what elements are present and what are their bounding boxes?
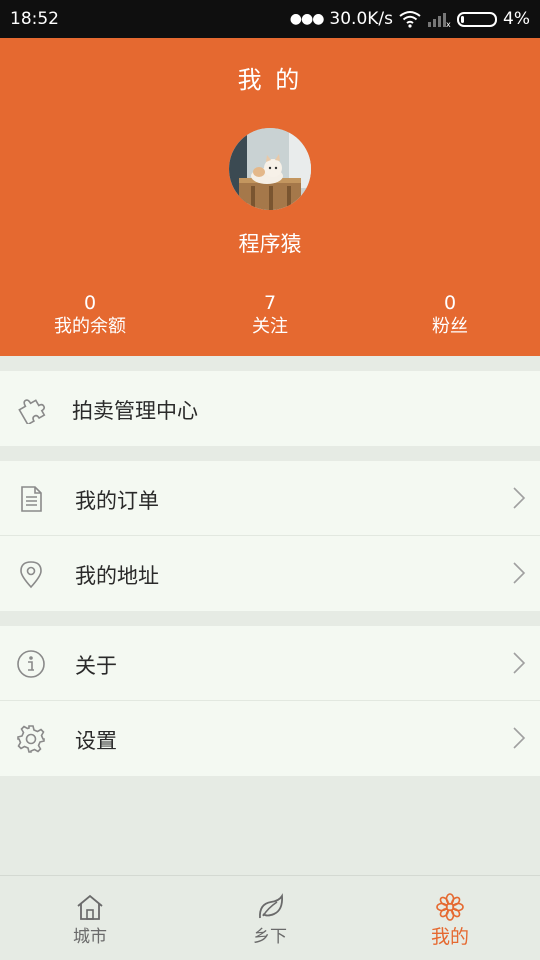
wifi-icon xyxy=(399,11,421,28)
tab-city[interactable]: 城市 xyxy=(0,876,180,960)
menu-item-my-orders[interactable]: 我的订单 xyxy=(0,461,540,536)
menu-item-about[interactable]: 关于 xyxy=(0,626,540,701)
stat-balance[interactable]: 0 我的余额 xyxy=(20,292,160,340)
leaf-icon xyxy=(259,893,283,919)
stat-value: 0 xyxy=(83,292,97,314)
page-title: 我 的 xyxy=(237,66,303,94)
document-icon xyxy=(21,486,42,512)
stat-label: 我的余额 xyxy=(54,316,126,337)
menu-label: 我的地址 xyxy=(75,564,159,588)
chevron-right-icon xyxy=(513,727,526,749)
menu-label: 拍卖管理中心 xyxy=(72,399,198,423)
location-pin-icon xyxy=(20,561,42,589)
tab-label: 城市 xyxy=(73,927,107,947)
chevron-right-icon xyxy=(513,487,526,509)
bottom-tab-bar: 城市 乡下 我的 xyxy=(0,875,540,960)
chevron-right-icon xyxy=(513,562,526,584)
puzzle-icon xyxy=(18,399,46,424)
network-speed: 30.0K/s xyxy=(329,9,394,29)
avatar-image xyxy=(229,128,311,210)
signal-icon: x xyxy=(428,13,451,27)
stat-value: 0 xyxy=(443,292,457,314)
status-time: 18:52 xyxy=(10,9,59,29)
gear-icon xyxy=(17,725,45,753)
more-dots-icon: ●●● xyxy=(289,11,325,27)
username: 程序猿 xyxy=(238,232,302,256)
menu-group-orders: 我的订单 我的地址 xyxy=(0,461,540,611)
menu-group-auction: 拍卖管理中心 xyxy=(0,371,540,446)
avatar[interactable] xyxy=(229,128,311,210)
flower-icon xyxy=(436,893,464,921)
menu-label: 我的订单 xyxy=(75,489,159,513)
tab-countryside[interactable]: 乡下 xyxy=(180,876,360,960)
status-indicators: ●●● 30.0K/s x 4% xyxy=(290,9,530,29)
stat-value: 7 xyxy=(263,292,277,314)
tab-label: 我的 xyxy=(430,926,469,948)
info-icon xyxy=(17,650,45,678)
menu-item-auction-center[interactable]: 拍卖管理中心 xyxy=(0,371,540,446)
stat-followers[interactable]: 0 粉丝 xyxy=(380,292,520,340)
menu-label: 关于 xyxy=(75,654,117,678)
battery-level: 4% xyxy=(503,9,530,29)
tab-label: 乡下 xyxy=(253,927,287,947)
tab-mine[interactable]: 我的 xyxy=(360,876,540,960)
menu-item-settings[interactable]: 设置 xyxy=(0,701,540,776)
menu-item-my-address[interactable]: 我的地址 xyxy=(0,536,540,611)
battery-icon xyxy=(457,11,498,27)
menu-label: 设置 xyxy=(75,729,117,753)
profile-header: 我 的 程序猿 0 我的余额 7 关注 0 粉丝 xyxy=(0,38,540,356)
menu-group-misc: 关于 设置 xyxy=(0,626,540,776)
stat-label: 关注 xyxy=(252,316,288,337)
svg-text:x: x xyxy=(446,20,451,27)
status-bar: 18:52 ●●● 30.0K/s x 4% xyxy=(0,0,540,38)
stat-following[interactable]: 7 关注 xyxy=(200,292,340,340)
stat-label: 粉丝 xyxy=(432,316,468,337)
chevron-right-icon xyxy=(513,652,526,674)
home-icon xyxy=(77,894,103,920)
